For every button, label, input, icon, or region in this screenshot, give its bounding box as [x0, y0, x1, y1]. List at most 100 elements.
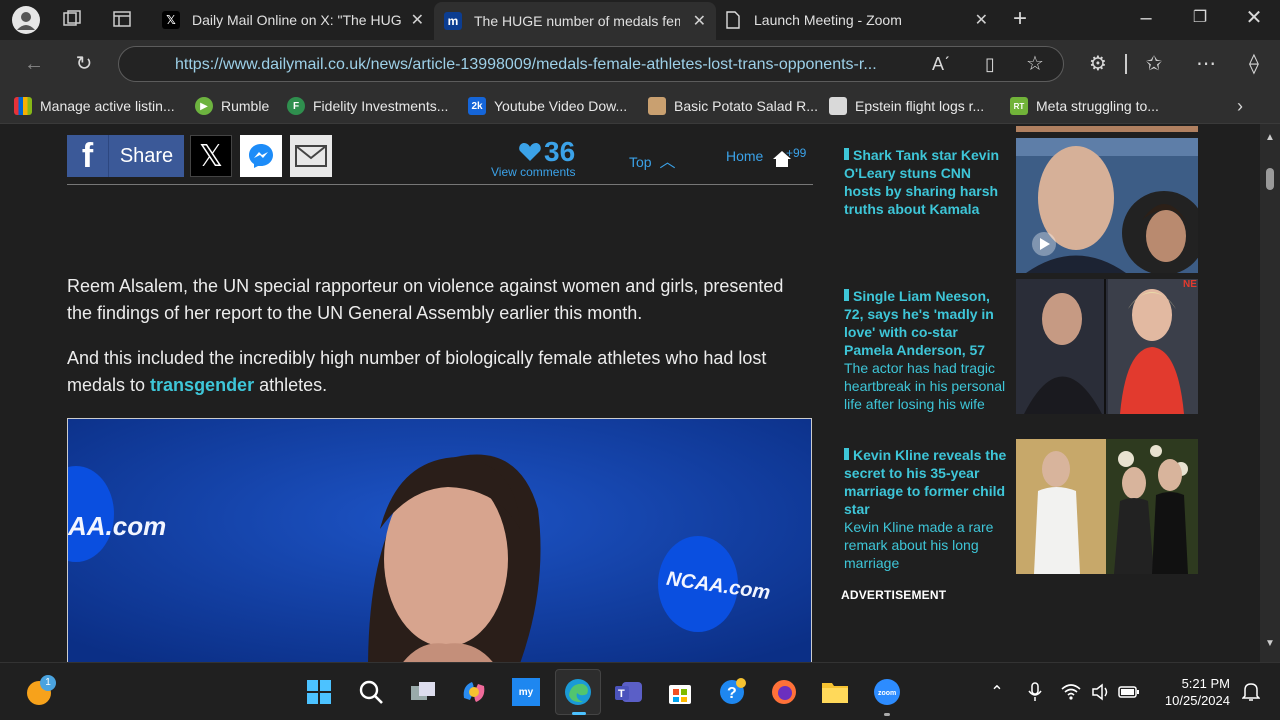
- copilot-taskbar-icon[interactable]: [457, 675, 491, 709]
- new-tab-icon[interactable]: +: [1006, 7, 1034, 31]
- rt-news-icon: RT: [1010, 97, 1028, 115]
- sidebar-story[interactable]: Single Liam Neeson, 72, says he's 'madly…: [844, 287, 1010, 413]
- sidebar-story[interactable]: Kevin Kline reveals the secret to his 35…: [844, 446, 1010, 572]
- back-icon[interactable]: ←: [20, 52, 48, 76]
- search-icon[interactable]: [354, 675, 388, 709]
- extensions-icon[interactable]: ⚙: [1084, 52, 1112, 76]
- transgender-link[interactable]: transgender: [150, 375, 254, 395]
- svg-text:T: T: [618, 688, 625, 700]
- close-tab-icon[interactable]: ✕: [693, 11, 706, 31]
- myhp-icon[interactable]: my: [509, 675, 543, 709]
- x-share-button[interactable]: 𝕏: [190, 135, 232, 177]
- tab-zoom[interactable]: Launch Meeting - Zoom ✕: [716, 2, 998, 38]
- thumbnail-edge: [1016, 126, 1198, 132]
- home-link[interactable]: Home: [726, 148, 763, 164]
- bookmark-potato-salad[interactable]: Basic Potato Salad R...: [648, 97, 818, 115]
- photo-logo-text-left: AA.com: [68, 511, 167, 541]
- copilot-icon[interactable]: ⟠: [1240, 52, 1268, 76]
- chevron-up-icon[interactable]: ⌃: [980, 675, 1014, 709]
- dailymail-logo-icon: m: [444, 12, 462, 30]
- article-paragraph: Reem Alsalem, the UN special rapporteur …: [67, 276, 784, 323]
- workspaces-icon[interactable]: [58, 8, 86, 36]
- scroll-up-icon[interactable]: ▲: [1265, 132, 1275, 143]
- bookmarks-bar: Manage active listin... ▶ Rumble F Fidel…: [0, 88, 1280, 124]
- bullet-bar: [844, 448, 849, 460]
- chevron-right-icon[interactable]: ›: [1226, 94, 1254, 118]
- story-description: The actor has had tragic heartbreak in h…: [844, 360, 1006, 412]
- fidelity-icon: F: [287, 97, 305, 115]
- advertisement-label: ADVERTISEMENT: [841, 588, 947, 602]
- notification-count: +99: [786, 146, 807, 160]
- email-share-button[interactable]: [290, 135, 332, 177]
- weather-widget-icon[interactable]: 1: [22, 675, 56, 709]
- favorites-icon[interactable]: ✩: [1140, 52, 1168, 76]
- wifi-icon[interactable]: [1054, 675, 1088, 709]
- scrollbar-thumb[interactable]: [1266, 168, 1274, 190]
- vertical-tabs-icon[interactable]: [108, 8, 136, 36]
- comments-count[interactable]: 36: [544, 136, 575, 168]
- refresh-icon[interactable]: ↻: [70, 52, 98, 76]
- messenger-share-button[interactable]: [240, 135, 282, 177]
- microsoft-store-icon[interactable]: [663, 675, 697, 709]
- bullet-bar: [844, 148, 849, 160]
- article-photo[interactable]: AA.com NCAA.com: [67, 418, 812, 662]
- tab-daily-mail-x[interactable]: 𝕏 Daily Mail Online on X: "The HUGE numb…: [154, 2, 434, 38]
- recipe-thumbnail-icon: [648, 97, 666, 115]
- bookmark-meta-struggling[interactable]: RT Meta struggling to...: [1010, 97, 1159, 115]
- story-title-text: Shark Tank star Kevin O'Leary stuns CNN …: [844, 147, 1000, 217]
- battery-icon[interactable]: [1112, 675, 1146, 709]
- story-title-text: Kevin Kline reveals the secret to his 35…: [844, 447, 1007, 517]
- sidebar-story[interactable]: Shark Tank star Kevin O'Leary stuns CNN …: [844, 146, 1010, 218]
- bookmark-label: Rumble: [221, 98, 270, 114]
- close-tab-icon[interactable]: ✕: [975, 10, 988, 30]
- bookmark-epstein-logs[interactable]: Epstein flight logs r...: [829, 97, 984, 115]
- more-menu-icon[interactable]: ⋯: [1192, 52, 1220, 76]
- windows-start-icon[interactable]: [302, 675, 336, 709]
- tab-daily-mail-article[interactable]: m The HUGE number of medals female athle…: [434, 2, 716, 40]
- facebook-share-button[interactable]: f Share: [67, 135, 184, 177]
- view-comments-link[interactable]: View comments: [491, 165, 575, 179]
- page-content: f Share 𝕏 36 View comments Top ︿ Home +9…: [0, 124, 1260, 662]
- read-aloud-icon[interactable]: A͏ˊ: [927, 52, 955, 76]
- story-title-text: Single Liam Neeson, 72, says he's 'madly…: [844, 288, 994, 358]
- close-tab-icon[interactable]: ✕: [411, 10, 424, 30]
- svg-text:zoom: zoom: [878, 690, 896, 697]
- favorite-star-icon[interactable]: ☆: [1021, 52, 1049, 76]
- file-explorer-icon[interactable]: [818, 675, 852, 709]
- x-logo-icon: 𝕏: [162, 11, 180, 29]
- clock-time: 5:21 PM: [1181, 676, 1230, 691]
- story-thumbnail[interactable]: [1016, 439, 1198, 574]
- microphone-icon[interactable]: [1018, 675, 1052, 709]
- tab-title: Launch Meeting - Zoom: [754, 12, 902, 28]
- svg-text:NE: NE: [1183, 279, 1197, 290]
- restore-icon[interactable]: ❐: [1186, 6, 1214, 30]
- zoom-icon[interactable]: zoom: [870, 675, 904, 716]
- profile-icon[interactable]: [12, 6, 40, 34]
- swimmer-photo: [68, 419, 811, 662]
- bookmark-manage-listings[interactable]: Manage active listin...: [14, 97, 175, 115]
- page-scrollbar[interactable]: ▲ ▼: [1260, 124, 1280, 662]
- bookmark-rumble[interactable]: ▶ Rumble: [195, 97, 269, 115]
- story-thumbnail[interactable]: [1016, 138, 1198, 273]
- notifications-icon[interactable]: [1234, 675, 1268, 709]
- article-paragraph: And this included the incredibly high nu…: [67, 345, 812, 398]
- messenger-icon: [249, 144, 273, 168]
- teams-icon[interactable]: T: [612, 675, 646, 709]
- address-bar[interactable]: https://www.dailymail.co.uk/news/article…: [118, 46, 1064, 82]
- minimize-icon[interactable]: –: [1132, 6, 1160, 30]
- tab-bar: 𝕏 Daily Mail Online on X: "The HUGE numb…: [0, 0, 1280, 40]
- immersive-reader-icon[interactable]: ▯: [976, 52, 1004, 76]
- bookmark-label: Manage active listin...: [40, 98, 175, 114]
- edge-browser-icon[interactable]: [555, 669, 601, 715]
- get-help-icon[interactable]: ?: [715, 675, 749, 709]
- ebay-icon: [14, 97, 32, 115]
- task-view-icon[interactable]: [406, 675, 440, 709]
- bookmark-youtube-downloader[interactable]: 2k Youtube Video Dow...: [468, 97, 627, 115]
- system-clock[interactable]: 5:21 PM 10/25/2024: [1158, 675, 1230, 709]
- story-thumbnail[interactable]: NE: [1016, 279, 1198, 414]
- close-window-icon[interactable]: ✕: [1240, 6, 1268, 30]
- scroll-down-icon[interactable]: ▼: [1265, 638, 1275, 649]
- top-link[interactable]: Top ︿: [629, 148, 675, 172]
- bookmark-fidelity[interactable]: F Fidelity Investments...: [287, 97, 448, 115]
- firefox-icon[interactable]: [767, 675, 801, 709]
